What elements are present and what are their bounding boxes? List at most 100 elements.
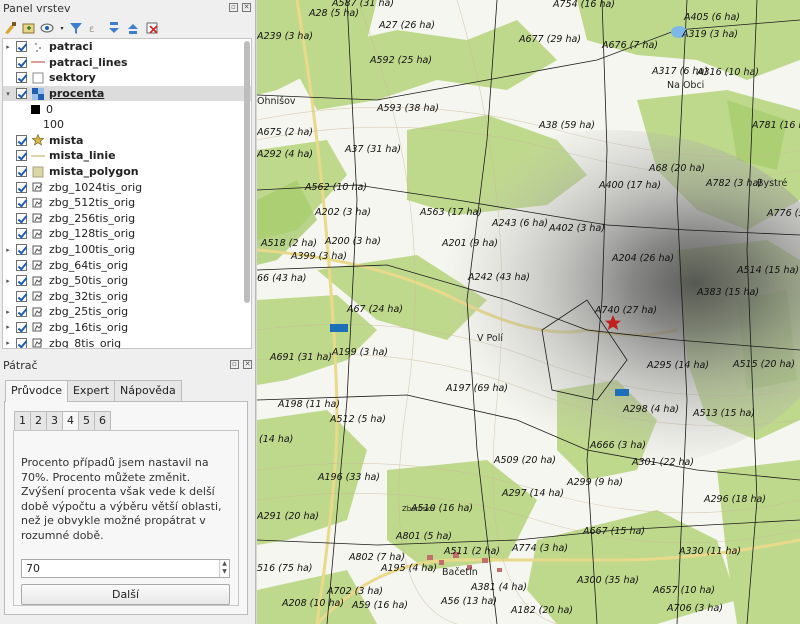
expand-toggle-icon[interactable]: ▸ xyxy=(3,323,13,331)
layer-visibility-checkbox[interactable] xyxy=(16,197,27,209)
layer-symbol-icon xyxy=(31,87,45,100)
sector-label: A774 (3 ha) xyxy=(512,543,568,554)
next-button[interactable]: Další xyxy=(21,584,230,605)
layer-row-zbg-128tis-orig[interactable]: zbg_128tis_orig xyxy=(3,226,251,242)
layer-row-mista-linie[interactable]: mista_linie xyxy=(3,148,251,164)
spin-down-icon[interactable]: ▼ xyxy=(220,568,229,576)
style-brush-icon[interactable] xyxy=(2,20,18,36)
road-sign-icon xyxy=(615,389,629,396)
sector-label: A208 (10 ha) xyxy=(282,598,345,609)
percent-spinbox[interactable]: 70 ▲ ▼ xyxy=(21,559,230,578)
step-tab-2[interactable]: 2 xyxy=(30,411,47,430)
expand-toggle-icon[interactable]: ▸ xyxy=(3,277,13,285)
layer-visibility-checkbox[interactable] xyxy=(16,259,27,271)
layer-name: zbg_100tis_orig xyxy=(49,243,136,257)
layer-row-zbg-50tis-orig[interactable]: ▸ zbg_50tis_orig xyxy=(3,273,251,289)
float-dock-icon[interactable]: ▫ xyxy=(230,360,239,369)
expand-toggle-icon[interactable]: ▸ xyxy=(3,339,13,347)
layer-row-patraci-lines[interactable]: patraci_lines xyxy=(3,55,251,71)
layer-symbol-icon xyxy=(31,41,45,53)
layer-visibility-checkbox[interactable] xyxy=(16,290,27,302)
step-tab-3[interactable]: 3 xyxy=(46,411,63,430)
layer-row-zbg-256tis-orig[interactable]: zbg_256tis_orig xyxy=(3,211,251,227)
legend-swatch-black xyxy=(31,104,40,114)
step-tab-1[interactable]: 1 xyxy=(14,411,31,430)
chevron-down-icon[interactable]: ▾ xyxy=(59,20,65,36)
tab-expert[interactable]: Expert xyxy=(66,380,116,401)
layer-visibility-checkbox[interactable] xyxy=(16,181,27,193)
remove-layer-icon[interactable] xyxy=(144,20,160,36)
layer-row-zbg-64tis-orig[interactable]: zbg_64tis_orig xyxy=(3,257,251,273)
close-dock-icon[interactable]: ✕ xyxy=(242,3,251,12)
sector-label: A242 (43 ha) xyxy=(468,272,531,283)
tab-guide[interactable]: Průvodce xyxy=(5,380,68,402)
layer-row-patraci[interactable]: ▸ patraci xyxy=(3,39,251,55)
spin-up-icon[interactable]: ▲ xyxy=(220,560,229,568)
sector-label: A676 (7 ha) xyxy=(602,40,658,51)
map-canvas[interactable]: A587 (31 ha) A28 (5 ha) A754 (16 ha) A405 (… xyxy=(257,0,800,624)
layer-visibility-checkbox[interactable] xyxy=(16,134,27,146)
sector-label: A204 (26 ha) xyxy=(612,253,675,264)
layer-visibility-checkbox[interactable] xyxy=(16,41,27,53)
step-tab-6[interactable]: 6 xyxy=(94,411,111,430)
sector-label: A518 (2 ha) xyxy=(261,238,317,249)
expand-toggle-icon[interactable]: ▸ xyxy=(3,43,13,51)
layer-row-zbg-32tis-orig[interactable]: zbg_32tis_orig xyxy=(3,289,251,305)
tab-help[interactable]: Nápověda xyxy=(114,380,182,401)
sector-label: 66 (43 ha) xyxy=(257,273,307,284)
layer-row-zbg-1024tis-orig[interactable]: zbg_1024tis_orig xyxy=(3,179,251,195)
expand-all-icon[interactable] xyxy=(106,20,122,36)
layer-visibility-checkbox[interactable] xyxy=(16,244,27,256)
layer-visibility-checkbox[interactable] xyxy=(16,306,27,318)
step-tab-5[interactable]: 5 xyxy=(78,411,95,430)
layer-tree-scrollbar[interactable] xyxy=(244,41,250,303)
layer-visibility-checkbox[interactable] xyxy=(16,275,27,287)
layer-row-sektory[interactable]: sektory xyxy=(3,70,251,86)
layer-row-zbg-8tis-orig[interactable]: ▸ zbg_8tis_orig xyxy=(3,335,251,348)
add-group-icon[interactable] xyxy=(21,20,37,36)
sector-label: A295 (14 ha) xyxy=(647,360,710,371)
expression-filter-icon[interactable]: ε xyxy=(87,20,103,36)
expand-toggle-icon[interactable]: ▾ xyxy=(3,90,13,98)
layer-visibility-checkbox[interactable] xyxy=(16,88,27,100)
layer-visibility-checkbox[interactable] xyxy=(16,150,27,162)
percent-value[interactable]: 70 xyxy=(26,562,40,575)
layer-name: mista_linie xyxy=(49,149,116,163)
layer-visibility-checkbox[interactable] xyxy=(16,228,27,240)
expand-toggle-icon[interactable]: ▸ xyxy=(3,246,13,254)
sector-label: A512 (5 ha) xyxy=(330,414,386,425)
sector-label: A781 (16 ha) xyxy=(752,120,800,131)
layer-visibility-checkbox[interactable] xyxy=(16,212,27,224)
layer-symbol-icon xyxy=(31,212,45,224)
layer-row-zbg-512tis-orig[interactable]: zbg_512tis_orig xyxy=(3,195,251,211)
layer-visibility-checkbox[interactable] xyxy=(16,337,27,348)
place-name: V Polí xyxy=(477,333,503,344)
road-sign-icon xyxy=(330,324,348,332)
layer-row-zbg-16tis-orig[interactable]: ▸ zbg_16tis_orig xyxy=(3,320,251,336)
layer-symbol-icon xyxy=(31,306,45,318)
layer-row-procenta[interactable]: ▾ procenta xyxy=(3,85,251,102)
sector-label: A677 (29 ha) xyxy=(519,34,582,45)
layer-row-mista[interactable]: mista xyxy=(3,133,251,149)
spin-arrows[interactable]: ▲ ▼ xyxy=(219,560,229,577)
layer-row-mista-polygon[interactable]: mista_polygon xyxy=(3,164,251,180)
layer-row-zbg-100tis-orig[interactable]: ▸ zbg_100tis_orig xyxy=(3,242,251,258)
filter-icon[interactable] xyxy=(68,20,84,36)
layer-tree[interactable]: ▸ patraci patraci_lines sektory ▾ procenta 0 … xyxy=(2,38,252,349)
close-dock-icon[interactable]: ✕ xyxy=(243,360,252,369)
expand-toggle-icon[interactable]: ▸ xyxy=(3,308,13,316)
layer-row-zbg-25tis-orig[interactable]: ▸ zbg_25tis_orig xyxy=(3,304,251,320)
legend-item: 100 xyxy=(3,117,251,133)
float-dock-icon[interactable]: ▫ xyxy=(229,3,238,12)
layer-visibility-checkbox[interactable] xyxy=(16,56,27,68)
collapse-all-icon[interactable] xyxy=(125,20,141,36)
step-tab-4[interactable]: 4 xyxy=(62,411,79,430)
layer-visibility-checkbox[interactable] xyxy=(16,321,27,333)
layer-visibility-checkbox[interactable] xyxy=(16,166,27,178)
sector-label: A514 (15 ha) xyxy=(737,265,800,276)
sector-label: A197 (69 ha) xyxy=(446,383,509,394)
layer-name: procenta xyxy=(49,87,105,101)
finder-tabs: Průvodce Expert Nápověda xyxy=(5,380,182,402)
visibility-eye-icon[interactable] xyxy=(40,20,56,36)
layer-visibility-checkbox[interactable] xyxy=(16,72,27,84)
